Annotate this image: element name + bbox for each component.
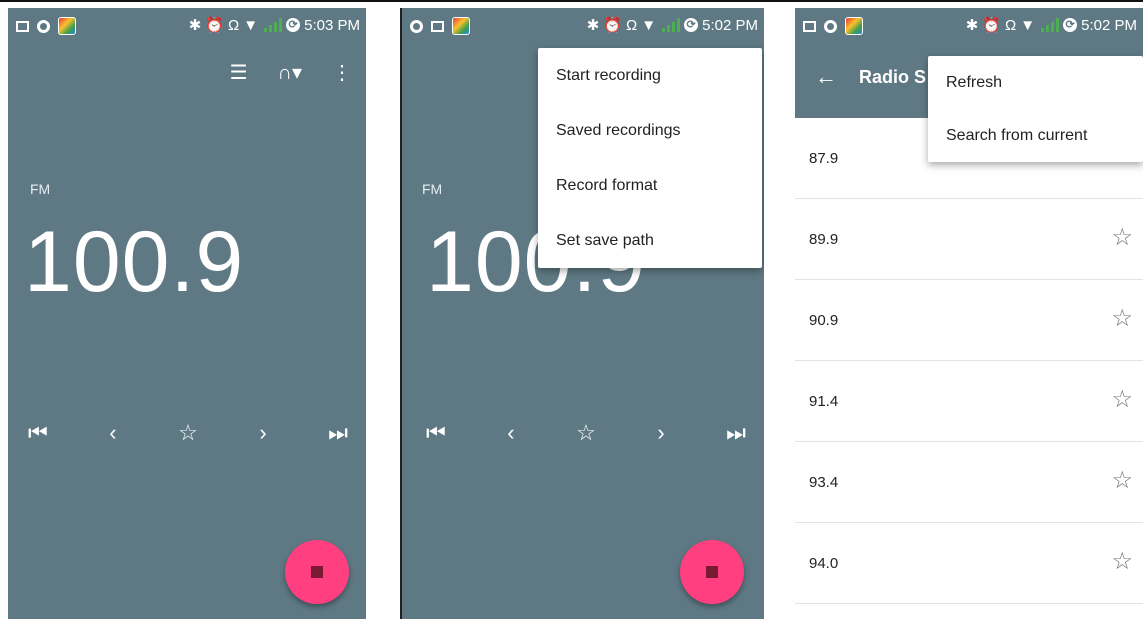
gallery-notification-icon bbox=[431, 20, 444, 32]
skip-previous-icon[interactable]: ⏮ bbox=[28, 420, 48, 446]
menu-item-saved-recordings[interactable]: Saved recordings bbox=[538, 103, 762, 158]
bluetooth-icon: ✱ bbox=[965, 17, 979, 34]
menu-item-refresh[interactable]: Refresh bbox=[928, 56, 1143, 109]
signal-icon bbox=[1039, 18, 1060, 32]
alarm-icon: ⏰ bbox=[982, 17, 1002, 34]
overflow-menu-icon[interactable]: ⋮ bbox=[332, 60, 352, 85]
headset-icon: Ω bbox=[1005, 16, 1017, 34]
star-outline-icon[interactable]: ☆ bbox=[1111, 304, 1133, 333]
station-frequency: 87.9 bbox=[809, 150, 839, 167]
fm-radio-player-screen: ✱ ⏰ Ω ▼ ⟳ 5:03 PM ☰ ∩▾ ⋮ FM 100.9 ⏮ ‹ ☆ … bbox=[8, 8, 366, 619]
record-notification-icon bbox=[824, 19, 837, 33]
station-list-icon[interactable]: ☰ bbox=[230, 60, 248, 85]
frequency-display: 100.9 bbox=[24, 214, 245, 310]
star-outline-icon[interactable]: ☆ bbox=[576, 420, 596, 446]
station-row[interactable]: 93.4 ☆ bbox=[795, 442, 1143, 523]
star-outline-icon[interactable]: ☆ bbox=[1111, 223, 1133, 252]
alarm-icon: ⏰ bbox=[603, 17, 623, 34]
star-outline-icon[interactable]: ☆ bbox=[1111, 466, 1133, 495]
skip-next-icon[interactable]: ⏭ bbox=[328, 420, 348, 446]
record-notification-icon bbox=[410, 19, 423, 33]
toolbar: ☰ ∩▾ ⋮ bbox=[230, 60, 352, 85]
playback-controls: ⏮ ‹ ☆ › ⏭ bbox=[426, 420, 746, 446]
menu-item-search-from-current[interactable]: Search from current bbox=[928, 109, 1143, 162]
status-time: 5:02 PM bbox=[702, 16, 758, 34]
station-frequency: 94.0 bbox=[809, 555, 839, 572]
stop-button[interactable] bbox=[680, 540, 744, 604]
wifi-icon: ▼ bbox=[243, 16, 259, 34]
page-title: Radio S bbox=[859, 67, 927, 87]
star-outline-icon[interactable]: ☆ bbox=[178, 420, 198, 446]
audio-output-icon[interactable]: ∩▾ bbox=[278, 60, 302, 85]
signal-icon bbox=[262, 18, 283, 32]
gallery-notification-icon bbox=[803, 20, 816, 32]
band-label: FM bbox=[30, 181, 51, 197]
data-saver-icon: ⟳ bbox=[1063, 18, 1078, 32]
overflow-menu: Refresh Search from current bbox=[928, 56, 1143, 162]
app-notification-icon bbox=[845, 17, 863, 35]
station-frequency: 91.4 bbox=[809, 393, 839, 410]
band-label: FM bbox=[422, 181, 443, 197]
star-outline-icon[interactable]: ☆ bbox=[1111, 547, 1133, 576]
skip-previous-icon[interactable]: ⏮ bbox=[426, 420, 446, 446]
station-frequency: 89.9 bbox=[809, 231, 839, 248]
menu-item-set-save-path[interactable]: Set save path bbox=[538, 213, 762, 268]
overflow-menu: Start recording Saved recordings Record … bbox=[538, 48, 762, 268]
chevron-right-icon[interactable]: › bbox=[657, 420, 664, 446]
fm-radio-menu-screen: ✱ ⏰ Ω ▼ ⟳ 5:02 PM FM 100.9 ⏮ ‹ ☆ › ⏭ Sta… bbox=[400, 8, 764, 619]
menu-item-start-recording[interactable]: Start recording bbox=[538, 48, 762, 103]
chevron-left-icon[interactable]: ‹ bbox=[109, 420, 116, 446]
alarm-icon: ⏰ bbox=[205, 17, 225, 34]
stop-button[interactable] bbox=[285, 540, 349, 604]
app-notification-icon bbox=[452, 17, 470, 35]
skip-next-icon[interactable]: ⏭ bbox=[726, 420, 746, 446]
status-bar: ✱ ⏰ Ω ▼ ⟳ 5:03 PM bbox=[8, 8, 366, 42]
star-outline-icon[interactable]: ☆ bbox=[1111, 385, 1133, 414]
stop-icon bbox=[311, 566, 323, 578]
headset-icon: Ω bbox=[626, 16, 638, 34]
status-bar: ✱ ⏰ Ω ▼ ⟳ 5:02 PM bbox=[795, 8, 1143, 42]
wifi-icon: ▼ bbox=[641, 16, 657, 34]
chevron-left-icon[interactable]: ‹ bbox=[507, 420, 514, 446]
status-bar: ✱ ⏰ Ω ▼ ⟳ 5:02 PM bbox=[402, 8, 764, 42]
menu-item-record-format[interactable]: Record format bbox=[538, 158, 762, 213]
top-divider bbox=[0, 0, 1143, 2]
wifi-icon: ▼ bbox=[1020, 16, 1036, 34]
data-saver-icon: ⟳ bbox=[286, 18, 301, 32]
radio-stations-screen: ✱ ⏰ Ω ▼ ⟳ 5:02 PM ← Radio S 87.9 89.9 ☆ … bbox=[795, 8, 1143, 619]
status-time: 5:03 PM bbox=[304, 16, 360, 34]
station-row[interactable]: 90.9 ☆ bbox=[795, 280, 1143, 361]
app-notification-icon bbox=[58, 17, 76, 35]
station-row[interactable]: 94.0 ☆ bbox=[795, 523, 1143, 604]
playback-controls: ⏮ ‹ ☆ › ⏭ bbox=[28, 420, 348, 446]
station-frequency: 90.9 bbox=[809, 312, 839, 329]
stop-icon bbox=[706, 566, 718, 578]
chevron-right-icon[interactable]: › bbox=[259, 420, 266, 446]
status-time: 5:02 PM bbox=[1081, 16, 1137, 34]
gallery-notification-icon bbox=[16, 20, 29, 32]
headset-icon: Ω bbox=[228, 16, 240, 34]
station-list: 87.9 89.9 ☆ 90.9 ☆ 91.4 ☆ 93.4 ☆ 94.0 ☆ bbox=[795, 118, 1143, 604]
station-row[interactable]: 89.9 ☆ bbox=[795, 199, 1143, 280]
station-frequency: 93.4 bbox=[809, 474, 839, 491]
bluetooth-icon: ✱ bbox=[188, 17, 202, 34]
signal-icon bbox=[660, 18, 681, 32]
back-arrow-icon[interactable]: ← bbox=[815, 64, 837, 90]
bluetooth-icon: ✱ bbox=[586, 17, 600, 34]
data-saver-icon: ⟳ bbox=[684, 18, 699, 32]
station-row[interactable]: 91.4 ☆ bbox=[795, 361, 1143, 442]
record-notification-icon bbox=[37, 19, 50, 33]
